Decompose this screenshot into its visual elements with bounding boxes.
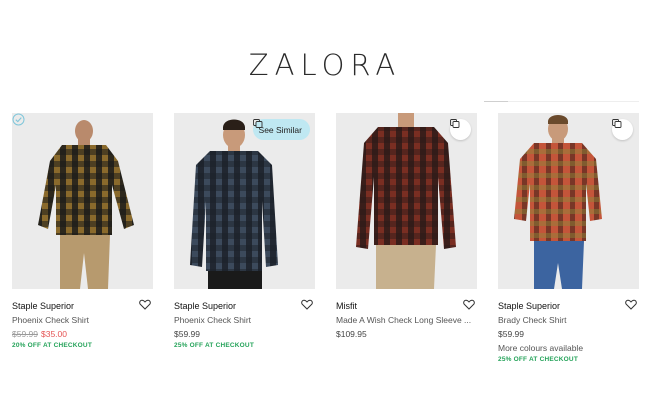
product-image[interactable]	[12, 113, 153, 289]
product-brand[interactable]: Staple Superior	[498, 301, 560, 311]
product-grid: Staple Superior Phoenix Check Shirt $59.…	[12, 113, 640, 373]
see-similar-button[interactable]	[450, 119, 471, 140]
product-name[interactable]: Made A Wish Check Long Sleeve ...	[336, 315, 477, 325]
promo-label: 25% OFF AT CHECKOUT	[174, 342, 254, 349]
product-price: $59.99 $35.00	[12, 329, 67, 339]
product-card[interactable]: Misfit Made A Wish Check Long Sleeve ...…	[336, 113, 477, 373]
more-colours-note[interactable]: More colours available	[498, 343, 583, 353]
promo-label: 20% OFF AT CHECKOUT	[12, 342, 92, 349]
sale-price: $35.00	[41, 329, 67, 339]
original-price: $59.99	[12, 329, 38, 339]
carousel-indicator-active	[484, 101, 508, 102]
similar-icon	[252, 119, 262, 128]
product-name[interactable]: Brady Check Shirt	[498, 315, 639, 325]
check-circle-icon[interactable]	[12, 113, 25, 126]
product-brand[interactable]: Misfit	[336, 301, 357, 311]
see-similar-label: See Similar	[258, 124, 302, 135]
wishlist-heart-icon[interactable]	[139, 299, 151, 310]
product-card[interactable]: See Similar Staple Superior Phoenix Chec…	[174, 113, 315, 373]
see-similar-button[interactable]: See Similar	[252, 119, 310, 140]
wishlist-heart-icon[interactable]	[301, 299, 313, 310]
product-brand[interactable]: Staple Superior	[12, 301, 74, 311]
product-card[interactable]: Staple Superior Phoenix Check Shirt $59.…	[12, 113, 153, 373]
product-price: $109.95	[336, 329, 367, 339]
similar-icon	[612, 119, 622, 128]
product-name[interactable]: Phoenix Check Shirt	[174, 315, 315, 325]
wishlist-heart-icon[interactable]	[463, 299, 475, 310]
product-card[interactable]: Staple Superior Brady Check Shirt $59.99…	[498, 113, 639, 373]
wishlist-heart-icon[interactable]	[625, 299, 637, 310]
product-name[interactable]: Phoenix Check Shirt	[12, 315, 153, 325]
product-image[interactable]	[336, 113, 477, 289]
product-price: $59.99	[174, 329, 200, 339]
see-similar-button[interactable]	[612, 119, 633, 140]
product-image[interactable]	[498, 113, 639, 289]
similar-icon	[450, 119, 460, 128]
promo-label: 25% OFF AT CHECKOUT	[498, 356, 578, 363]
product-image[interactable]: See Similar	[174, 113, 315, 289]
carousel-indicator	[484, 101, 639, 102]
product-price: $59.99	[498, 329, 524, 339]
product-brand[interactable]: Staple Superior	[174, 301, 236, 311]
zalora-logo[interactable]: ZALORA	[0, 48, 650, 82]
